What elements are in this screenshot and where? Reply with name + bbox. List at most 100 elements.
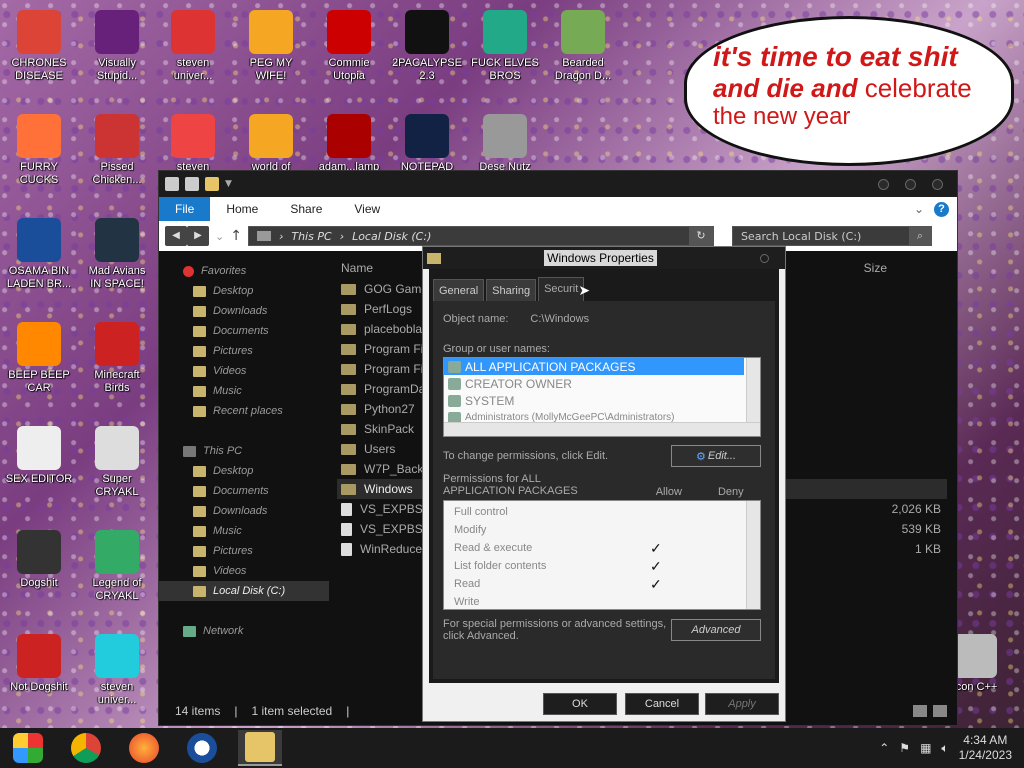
group-item[interactable]: SYSTEM <box>444 392 760 409</box>
large-icons-view-icon[interactable] <box>933 705 947 717</box>
action-center-flag-icon[interactable]: ⚑ <box>899 741 910 755</box>
ribbon-expand-icon[interactable]: ⌄ <box>914 202 924 216</box>
breadcrumb-local-disk[interactable]: Local Disk (C:) <box>352 230 431 243</box>
close-button[interactable] <box>932 178 943 190</box>
apply-button[interactable]: Apply <box>705 693 779 715</box>
dialog-close-button[interactable] <box>760 253 769 263</box>
permissions-vscrollbar[interactable] <box>746 501 760 609</box>
taskbar-chrome[interactable] <box>64 730 108 766</box>
desktop-icon-label: BROS <box>489 70 521 82</box>
group-list[interactable]: ALL APPLICATION PACKAGES CREATOR OWNER SYS… <box>443 357 761 437</box>
nav-item[interactable]: Downloads <box>159 501 329 521</box>
desktop-icon[interactable]: Legend of CRYAKL <box>80 530 154 603</box>
desktop-icon[interactable]: steven univer... <box>156 10 230 83</box>
group-item[interactable]: ALL APPLICATION PACKAGES <box>444 358 744 375</box>
nav-item[interactable]: Recent places <box>159 401 329 421</box>
desktop-icon[interactable]: steven univer... <box>80 634 154 707</box>
help-icon[interactable]: ? <box>934 201 949 217</box>
tab-file[interactable]: File <box>159 197 211 221</box>
gear-icon: ⚙ <box>696 450 706 463</box>
desktop-icon[interactable]: FURRY CUCKS <box>2 114 76 187</box>
search-icon[interactable]: ⌕ <box>908 227 931 245</box>
group-list-vscrollbar[interactable] <box>746 358 760 422</box>
desktop-icon[interactable]: Visually Stupid... <box>80 10 154 83</box>
nav-item[interactable]: Videos <box>159 361 329 381</box>
desktop-icon[interactable]: Pissed Chicken... <box>80 114 154 187</box>
desktop-icon[interactable]: Super CRYAKL <box>80 426 154 499</box>
maximize-button[interactable] <box>905 178 916 190</box>
breadcrumb-chevron-icon[interactable]: › <box>340 230 344 243</box>
desktop-icon[interactable]: FUCK ELVES BROS <box>468 10 542 83</box>
nav-network[interactable]: Network <box>159 621 329 641</box>
group-item[interactable]: CREATOR OWNER <box>444 375 760 392</box>
tab-general[interactable]: General <box>433 279 485 301</box>
details-view-icon[interactable] <box>913 705 927 717</box>
breadcrumb-chevron-icon[interactable]: › <box>279 230 283 243</box>
desktop-icon[interactable]: adam...lamp <box>312 114 386 174</box>
taskbar-file-explorer[interactable] <box>238 730 282 766</box>
nav-item[interactable]: Videos <box>159 561 329 581</box>
back-button[interactable]: ◀ <box>165 226 187 246</box>
desktop-icon[interactable]: Commie Utopia <box>312 10 386 83</box>
desktop-icon[interactable]: world of <box>234 114 308 174</box>
nav-item[interactable]: Desktop <box>159 461 329 481</box>
nav-item[interactable]: Documents <box>159 481 329 501</box>
group-list-hscrollbar[interactable] <box>444 422 760 436</box>
desktop-icon[interactable]: Dese Nutz <box>468 114 542 174</box>
clock[interactable]: 4:34 AM 1/24/2023 <box>959 733 1012 763</box>
desktop-icon[interactable]: steven <box>156 114 230 174</box>
search-input[interactable]: Search Local Disk (C:) ⌕ <box>731 226 932 246</box>
desktop-icon[interactable]: SEX EDITOR <box>2 426 76 486</box>
tab-share[interactable]: Share <box>274 197 338 221</box>
volume-icon[interactable]: 🔈︎ <box>941 741 948 756</box>
quick-access-dropdown-icon[interactable]: ▼ <box>225 179 232 189</box>
nav-item[interactable]: Local Disk (C:) <box>159 581 329 601</box>
desktop-icon[interactable]: Bearded Dragon D... <box>546 10 620 83</box>
desktop-icon[interactable]: OSAMA BIN LADEN BR... <box>2 218 76 291</box>
nav-item[interactable]: Music <box>159 381 329 401</box>
nav-item-label: Local Disk (C:) <box>213 585 286 597</box>
desktop-icon[interactable]: Dogshit <box>2 530 76 590</box>
desktop-icon[interactable]: Minecraft Birds <box>80 322 154 395</box>
tab-home[interactable]: Home <box>210 197 274 221</box>
advanced-button[interactable]: Advanced <box>671 619 761 641</box>
nav-item[interactable]: Pictures <box>159 341 329 361</box>
desktop-icon-label: Super CRYAKL <box>95 473 139 498</box>
flash-icon <box>327 114 371 158</box>
desktop-icon[interactable]: Not Dogshit <box>2 634 76 694</box>
nav-item[interactable]: Downloads <box>159 301 329 321</box>
taskbar-firefox[interactable] <box>122 730 166 766</box>
nav-favorites[interactable]: Favorites <box>159 261 329 281</box>
nav-item[interactable]: Music <box>159 521 329 541</box>
desktop-icon-label: Chicken... <box>92 174 142 186</box>
ok-button[interactable]: OK <box>543 693 617 715</box>
nav-this-pc[interactable]: This PC <box>159 441 329 461</box>
edit-button[interactable]: ⚙ Edit... <box>671 445 761 467</box>
forward-button[interactable]: ▶ <box>187 226 209 246</box>
new-folder-quick-icon[interactable] <box>205 177 219 191</box>
minimize-button[interactable] <box>878 178 889 190</box>
tab-view[interactable]: View <box>338 197 396 221</box>
properties-quick-icon[interactable] <box>185 177 199 191</box>
column-size[interactable]: Size <box>864 261 947 275</box>
desktop-icon[interactable]: Mad Avians IN SPACE! <box>80 218 154 291</box>
network-icon[interactable]: ▦ <box>920 741 931 755</box>
breadcrumb-this-pc[interactable]: This PC <box>291 230 331 243</box>
recent-locations-icon[interactable]: ⌄ <box>215 230 224 243</box>
nav-item[interactable]: Pictures <box>159 541 329 561</box>
nav-item[interactable]: Documents <box>159 321 329 341</box>
show-hidden-icons-icon[interactable]: ⌃ <box>879 741 889 755</box>
address-bar[interactable]: › This PC › Local Disk (C:) ↻ <box>247 226 714 246</box>
desktop-icon[interactable]: NOTEPAD <box>390 114 464 174</box>
cancel-button[interactable]: Cancel <box>625 693 699 715</box>
up-arrow-icon[interactable]: ↑ <box>230 228 242 244</box>
desktop-icon[interactable]: 2PACALYPSE 2.3 <box>390 10 464 83</box>
taskbar-obama[interactable] <box>180 730 224 766</box>
desktop-icon[interactable]: CHRONES DISEASE <box>2 10 76 83</box>
tab-sharing[interactable]: Sharing <box>486 279 537 301</box>
nav-item[interactable]: Desktop <box>159 281 329 301</box>
desktop-icon[interactable]: BEEP BEEP CAR <box>2 322 76 395</box>
desktop-icon[interactable]: PEG MY WIFE! <box>234 10 308 83</box>
refresh-icon[interactable]: ↻ <box>688 227 713 245</box>
start-button[interactable] <box>6 730 50 766</box>
